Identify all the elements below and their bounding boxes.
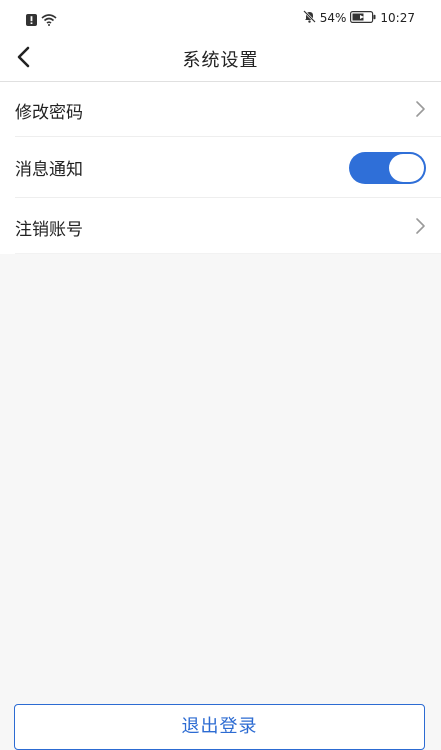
notification-toggle[interactable] (349, 152, 426, 184)
battery-percent: 54% (319, 11, 347, 25)
mute-bell-icon (302, 10, 316, 26)
wifi-icon (41, 11, 57, 30)
nav-bar: 系统设置 (0, 36, 441, 82)
status-time: 10:27 (380, 11, 415, 25)
setting-label: 注销账号 (15, 220, 83, 240)
setting-label: 消息通知 (15, 160, 83, 180)
status-left (26, 11, 57, 30)
battery-icon (350, 10, 376, 26)
toggle-knob (389, 154, 424, 182)
settings-list: 修改密码 消息通知 注销账号 (0, 82, 441, 254)
setting-label: 修改密码 (15, 103, 83, 123)
status-bar: 54% 10:27 (0, 0, 441, 36)
page-title: 系统设置 (182, 50, 259, 71)
logout-button[interactable]: 退出登录 (14, 704, 425, 750)
setting-row-notifications: 消息通知 (15, 137, 441, 198)
alert-icon (26, 11, 37, 30)
setting-row-delete-account[interactable]: 注销账号 (15, 198, 441, 254)
chevron-right-icon (413, 217, 427, 235)
setting-row-change-password[interactable]: 修改密码 (15, 82, 441, 137)
chevron-right-icon (413, 100, 427, 118)
status-right: 54% 10:27 (302, 10, 415, 26)
